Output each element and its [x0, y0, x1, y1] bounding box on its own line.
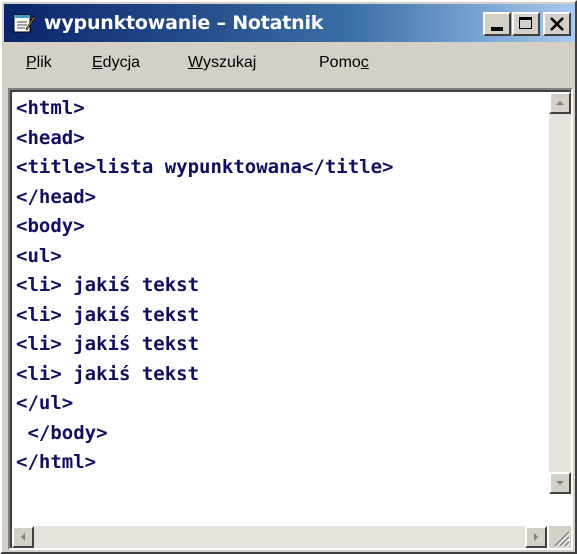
editor-inner: <html> <head> <title>lista wypunktowana<… [10, 90, 571, 548]
menu-wyszukaj[interactable]: Wyszukaj [188, 54, 256, 72]
menu-plik[interactable]: Plik [26, 54, 52, 72]
editor-content[interactable]: <html> <head> <title>lista wypunktowana<… [14, 92, 545, 478]
arrow-left-icon [21, 533, 25, 541]
close-icon [550, 17, 564, 31]
maximize-button[interactable] [512, 12, 540, 36]
menu-bar: Plik Edycja Wyszukaj Pomoc [4, 48, 575, 82]
notepad-icon[interactable] [12, 12, 36, 34]
horizontal-scrollbar[interactable] [12, 526, 547, 548]
minimize-icon [491, 27, 503, 31]
resize-grip-icon [554, 531, 571, 548]
title-bar[interactable]: wypunktowanie – Notatnik [4, 4, 575, 42]
arrow-right-icon [534, 533, 538, 541]
arrow-down-icon [556, 481, 564, 485]
text-editor[interactable]: <html> <head> <title>lista wypunktowana<… [14, 92, 545, 494]
scroll-up-button[interactable] [549, 92, 571, 114]
menu-edycja[interactable]: Edycja [92, 54, 140, 72]
menu-pomoc[interactable]: Pomoc [319, 54, 369, 72]
editor-frame: <html> <head> <title>lista wypunktowana<… [8, 88, 573, 550]
vertical-scrollbar[interactable] [549, 92, 571, 494]
window-title: wypunktowanie – Notatnik [44, 12, 324, 34]
scroll-right-button[interactable] [525, 526, 547, 548]
minimize-button[interactable] [483, 12, 511, 36]
scroll-left-button[interactable] [12, 526, 34, 548]
arrow-up-icon [556, 101, 564, 105]
close-button[interactable] [543, 12, 571, 36]
resize-grip[interactable] [549, 526, 571, 548]
maximize-icon [519, 17, 532, 29]
scroll-down-button[interactable] [549, 472, 571, 494]
notepad-window: wypunktowanie – Notatnik Plik Edycja Wys… [0, 0, 577, 554]
